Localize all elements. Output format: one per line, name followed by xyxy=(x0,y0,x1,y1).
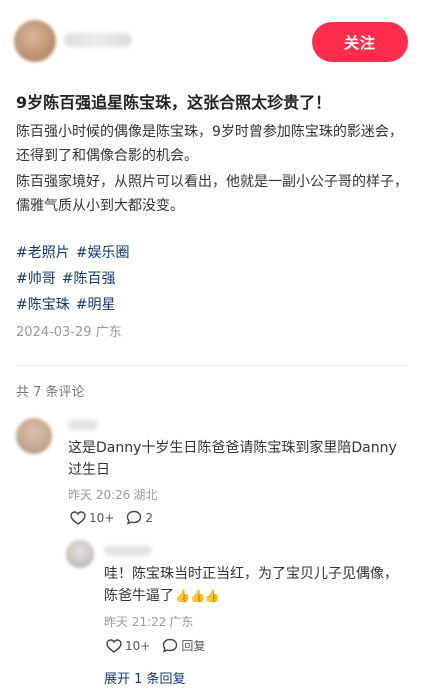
reply-actions: 10+ 回复 xyxy=(106,637,217,654)
tag-link[interactable]: #陈百强 xyxy=(62,271,116,287)
post-title: 9岁陈百强追星陈宝珠，这张合照太珍贵了！ xyxy=(16,93,332,112)
reply-author-blurred[interactable] xyxy=(104,546,152,556)
comment-bubble-icon xyxy=(127,510,142,525)
comment-avatar[interactable] xyxy=(16,418,52,454)
post-location: 广东 xyxy=(95,325,122,340)
reply-time: 昨天 21:22 xyxy=(104,615,167,629)
reply-text-content: 哇！陈宝珠当时正当红，为了宝贝儿子见偶像，陈爸牛逼了 xyxy=(104,566,398,604)
post-header: 关注 xyxy=(0,0,422,80)
author-avatar[interactable] xyxy=(14,20,56,62)
reply-button[interactable]: 回复 xyxy=(162,637,205,654)
reply-avatar[interactable] xyxy=(66,540,94,568)
post-meta: 2024-03-29 广东 xyxy=(16,321,126,340)
comment-meta: 昨天 20:26 湖北 xyxy=(68,486,160,503)
reply-location: 广东 xyxy=(169,615,194,629)
comment-text: 这是Danny十岁生日陈爸爸请陈宝珠到家里陪Danny过生日 xyxy=(68,440,397,478)
comment-location: 湖北 xyxy=(133,488,158,502)
tag-link[interactable]: #老照片 xyxy=(16,245,70,261)
comment-count: 共 7 条评论 xyxy=(16,385,85,400)
like-button[interactable]: 10+ xyxy=(70,511,114,525)
heart-icon xyxy=(106,638,122,653)
comment-time: 昨天 20:26 xyxy=(68,488,131,502)
tag-list: #老照片 #娱乐圈 #帅哥 #陈百强 #陈宝珠 #明星 xyxy=(16,240,406,318)
heart-icon xyxy=(70,510,86,525)
tag-link[interactable]: #明星 xyxy=(76,297,116,313)
like-count: 10+ xyxy=(89,510,115,525)
comment-bubble-icon xyxy=(163,638,178,653)
thumbs-up-emoji: 👍👍👍 xyxy=(175,589,220,603)
divider xyxy=(16,365,406,366)
reply-text: 哇！陈宝珠当时正当红，为了宝贝儿子见偶像，陈爸牛逼了👍👍👍 xyxy=(104,563,408,607)
follow-button[interactable]: 关注 xyxy=(312,22,408,62)
reply-button[interactable]: 2 xyxy=(126,510,153,525)
reply-count: 2 xyxy=(145,510,153,525)
like-count: 10+ xyxy=(125,638,151,653)
tag-link[interactable]: #娱乐圈 xyxy=(76,245,130,261)
like-button[interactable]: 10+ xyxy=(106,639,150,653)
author-name-blurred[interactable] xyxy=(64,33,132,47)
comment-author-blurred[interactable] xyxy=(68,420,98,430)
post-date: 2024-03-29 xyxy=(16,325,92,340)
expand-replies-link[interactable]: 展开 1 条回复 xyxy=(104,668,186,687)
comment-actions: 10+ 2 xyxy=(70,510,165,525)
reply-meta: 昨天 21:22 广东 xyxy=(104,613,196,630)
post-paragraph: 陈百强家境好，从照片可以看出，他就是一副小公子哥的样子，儒雅气质从小到大都没变。 xyxy=(16,174,408,214)
reply-label: 回复 xyxy=(181,639,206,653)
tag-link[interactable]: #帅哥 xyxy=(16,271,56,287)
tag-link[interactable]: #陈宝珠 xyxy=(16,297,70,313)
post-paragraph: 陈百强小时候的偶像是陈宝珠，9岁时曾参加陈宝珠的影迷会，还得到了和偶像合影的机会… xyxy=(16,124,403,164)
